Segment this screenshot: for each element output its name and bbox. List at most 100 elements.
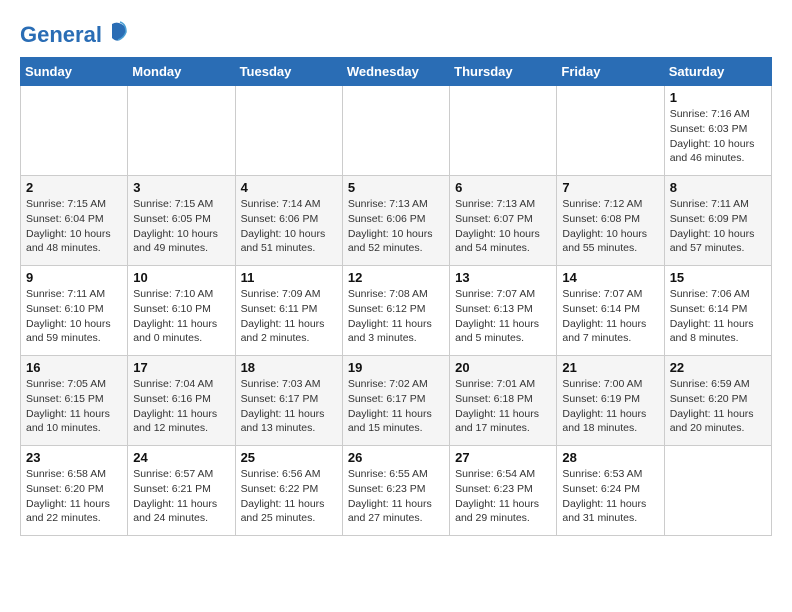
calendar-cell: 9 Sunrise: 7:11 AM Sunset: 6:10 PM Daylig… [21,266,128,356]
calendar-cell: 15 Sunrise: 7:06 AM Sunset: 6:14 PM Dayli… [664,266,771,356]
calendar-cell: 17 Sunrise: 7:04 AM Sunset: 6:16 PM Dayli… [128,356,235,446]
calendar-cell: 19Sunrise: 7:02 AM Sunset: 6:17 PM Dayli… [342,356,449,446]
calendar-cell: 2 Sunrise: 7:15 AM Sunset: 6:04 PM Daylig… [21,176,128,266]
calendar-cell: 11Sunrise: 7:09 AM Sunset: 6:11 PM Dayli… [235,266,342,356]
day-info: Sunrise: 7:11 AM Sunset: 6:09 PM Dayligh… [670,197,766,256]
day-info: Sunrise: 7:08 AM Sunset: 6:12 PM Dayligh… [348,287,444,346]
calendar-cell: 6 Sunrise: 7:13 AM Sunset: 6:07 PM Daylig… [450,176,557,266]
day-number: 25 [241,450,337,465]
calendar-cell: 28 Sunrise: 6:53 AM Sunset: 6:24 PM Dayli… [557,446,664,536]
logo: General [20,20,128,47]
day-number: 12 [348,270,444,285]
calendar-cell [21,86,128,176]
day-info: Sunrise: 7:11 AM Sunset: 6:10 PM Dayligh… [26,287,122,346]
day-number: 10 [133,270,229,285]
calendar-cell: 7Sunrise: 7:12 AM Sunset: 6:08 PM Daylig… [557,176,664,266]
calendar-cell [128,86,235,176]
day-info: Sunrise: 7:13 AM Sunset: 6:07 PM Dayligh… [455,197,551,256]
calendar-cell: 26 Sunrise: 6:55 AM Sunset: 6:23 PM Dayli… [342,446,449,536]
weekday-header-saturday: Saturday [664,58,771,86]
calendar-cell: 24Sunrise: 6:57 AM Sunset: 6:21 PM Dayli… [128,446,235,536]
day-info: Sunrise: 6:53 AM Sunset: 6:24 PM Dayligh… [562,467,658,526]
calendar-cell: 5Sunrise: 7:13 AM Sunset: 6:06 PM Daylig… [342,176,449,266]
calendar-cell: 8 Sunrise: 7:11 AM Sunset: 6:09 PM Daylig… [664,176,771,266]
weekday-header-wednesday: Wednesday [342,58,449,86]
weekday-header-friday: Friday [557,58,664,86]
day-number: 24 [133,450,229,465]
day-info: Sunrise: 7:04 AM Sunset: 6:16 PM Dayligh… [133,377,229,436]
day-number: 27 [455,450,551,465]
day-number: 8 [670,180,766,195]
day-info: Sunrise: 7:13 AM Sunset: 6:06 PM Dayligh… [348,197,444,256]
calendar-cell: 10 Sunrise: 7:10 AM Sunset: 6:10 PM Dayli… [128,266,235,356]
day-info: Sunrise: 7:10 AM Sunset: 6:10 PM Dayligh… [133,287,229,346]
day-info: Sunrise: 6:55 AM Sunset: 6:23 PM Dayligh… [348,467,444,526]
day-info: Sunrise: 7:14 AM Sunset: 6:06 PM Dayligh… [241,197,337,256]
page-header: General [20,20,772,47]
calendar-cell: 25 Sunrise: 6:56 AM Sunset: 6:22 PM Dayli… [235,446,342,536]
calendar-week-row: 1 Sunrise: 7:16 AM Sunset: 6:03 PM Daylig… [21,86,772,176]
calendar-table: SundayMondayTuesdayWednesdayThursdayFrid… [20,57,772,536]
day-number: 28 [562,450,658,465]
day-info: Sunrise: 7:03 AM Sunset: 6:17 PM Dayligh… [241,377,337,436]
calendar-cell: 13 Sunrise: 7:07 AM Sunset: 6:13 PM Dayli… [450,266,557,356]
calendar-cell [235,86,342,176]
day-info: Sunrise: 7:00 AM Sunset: 6:19 PM Dayligh… [562,377,658,436]
day-info: Sunrise: 7:07 AM Sunset: 6:14 PM Dayligh… [562,287,658,346]
day-number: 11 [241,270,337,285]
calendar-cell: 16Sunrise: 7:05 AM Sunset: 6:15 PM Dayli… [21,356,128,446]
logo-text-line1: General [20,20,128,47]
day-number: 4 [241,180,337,195]
day-number: 26 [348,450,444,465]
calendar-cell: 18 Sunrise: 7:03 AM Sunset: 6:17 PM Dayli… [235,356,342,446]
calendar-cell: 1 Sunrise: 7:16 AM Sunset: 6:03 PM Daylig… [664,86,771,176]
calendar-cell: 3 Sunrise: 7:15 AM Sunset: 6:05 PM Daylig… [128,176,235,266]
day-number: 14 [562,270,658,285]
weekday-header-thursday: Thursday [450,58,557,86]
weekday-header-monday: Monday [128,58,235,86]
day-info: Sunrise: 7:16 AM Sunset: 6:03 PM Dayligh… [670,107,766,166]
day-number: 18 [241,360,337,375]
day-number: 6 [455,180,551,195]
day-number: 3 [133,180,229,195]
day-info: Sunrise: 7:15 AM Sunset: 6:05 PM Dayligh… [133,197,229,256]
calendar-cell: 14 Sunrise: 7:07 AM Sunset: 6:14 PM Dayli… [557,266,664,356]
day-number: 20 [455,360,551,375]
day-info: Sunrise: 6:54 AM Sunset: 6:23 PM Dayligh… [455,467,551,526]
logo-icon [110,20,128,42]
day-number: 17 [133,360,229,375]
day-number: 21 [562,360,658,375]
calendar-cell: 12 Sunrise: 7:08 AM Sunset: 6:12 PM Dayli… [342,266,449,356]
calendar-week-row: 9 Sunrise: 7:11 AM Sunset: 6:10 PM Daylig… [21,266,772,356]
day-info: Sunrise: 7:15 AM Sunset: 6:04 PM Dayligh… [26,197,122,256]
calendar-cell [450,86,557,176]
day-number: 1 [670,90,766,105]
day-number: 15 [670,270,766,285]
day-info: Sunrise: 7:02 AM Sunset: 6:17 PM Dayligh… [348,377,444,436]
calendar-week-row: 16Sunrise: 7:05 AM Sunset: 6:15 PM Dayli… [21,356,772,446]
day-number: 22 [670,360,766,375]
calendar-week-row: 23Sunrise: 6:58 AM Sunset: 6:20 PM Dayli… [21,446,772,536]
day-info: Sunrise: 7:06 AM Sunset: 6:14 PM Dayligh… [670,287,766,346]
day-number: 7 [562,180,658,195]
day-number: 13 [455,270,551,285]
calendar-cell: 22 Sunrise: 6:59 AM Sunset: 6:20 PM Dayli… [664,356,771,446]
day-number: 9 [26,270,122,285]
calendar-cell: 23Sunrise: 6:58 AM Sunset: 6:20 PM Dayli… [21,446,128,536]
day-info: Sunrise: 7:01 AM Sunset: 6:18 PM Dayligh… [455,377,551,436]
weekday-header-tuesday: Tuesday [235,58,342,86]
calendar-cell: 27 Sunrise: 6:54 AM Sunset: 6:23 PM Dayli… [450,446,557,536]
calendar-cell: 20 Sunrise: 7:01 AM Sunset: 6:18 PM Dayli… [450,356,557,446]
calendar-cell [664,446,771,536]
day-info: Sunrise: 6:59 AM Sunset: 6:20 PM Dayligh… [670,377,766,436]
calendar-cell [342,86,449,176]
day-info: Sunrise: 7:07 AM Sunset: 6:13 PM Dayligh… [455,287,551,346]
day-info: Sunrise: 6:58 AM Sunset: 6:20 PM Dayligh… [26,467,122,526]
calendar-week-row: 2 Sunrise: 7:15 AM Sunset: 6:04 PM Daylig… [21,176,772,266]
weekday-header-sunday: Sunday [21,58,128,86]
day-info: Sunrise: 6:56 AM Sunset: 6:22 PM Dayligh… [241,467,337,526]
calendar-cell [557,86,664,176]
day-number: 2 [26,180,122,195]
calendar-header-row: SundayMondayTuesdayWednesdayThursdayFrid… [21,58,772,86]
calendar-cell: 21 Sunrise: 7:00 AM Sunset: 6:19 PM Dayli… [557,356,664,446]
